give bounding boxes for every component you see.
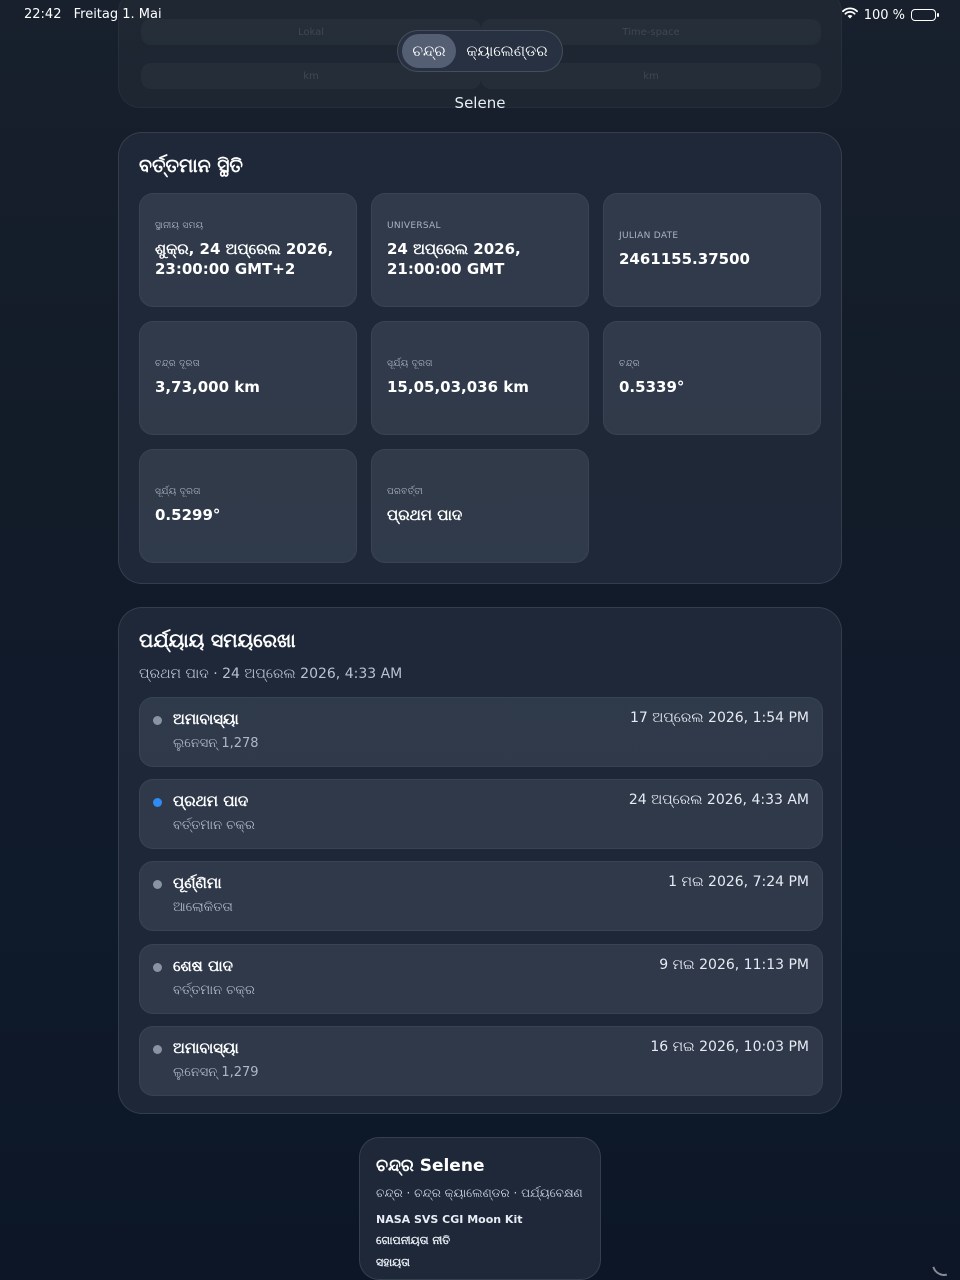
- battery-percent: 100 %: [863, 7, 905, 23]
- phase-date: 16 ମଇ 2026, 10:03 PM: [650, 1039, 809, 1055]
- tile-value: 15,05,03,036 km: [387, 378, 529, 396]
- julian-date-tile: JULIAN DATE 2461155.37500: [603, 193, 821, 307]
- timeline-subtitle: ପ୍ରଥମ ପାଦ · 24 ଅପ୍ରେଲ 2026, 4:33 AM: [139, 666, 403, 682]
- phase-date: 1 ମଇ 2026, 7:24 PM: [668, 874, 809, 890]
- phase-row-current[interactable]: ପ୍ରଥମ ପାଦ ବର୍ତ୍ତମାନ ଚକ୍ର 24 ଅପ୍ରେଲ 2026,…: [139, 779, 823, 849]
- phase-name: ଅମାବାସ୍ୟା: [173, 710, 239, 728]
- tile-value: ପ୍ରଥମ ପାଦ: [387, 506, 463, 524]
- phase-name: ଅମାବାସ୍ୟା: [173, 1039, 239, 1057]
- tile-value: 2461155.37500: [619, 250, 750, 268]
- phase-row[interactable]: ଅମାବାସ୍ୟା ଲୁନେସନ୍ 1,278 17 ଅପ୍ରେଲ 2026, …: [139, 697, 823, 767]
- phase-note: ଲୁନେସନ୍ 1,278: [173, 736, 259, 751]
- phase-date: 17 ଅପ୍ରେଲ 2026, 1:54 PM: [630, 710, 809, 726]
- tile-label: UNIVERSAL: [387, 221, 441, 231]
- view-switcher: ଚନ୍ଦ୍ର କ୍ୟାଲେଣ୍ଡର: [397, 30, 563, 72]
- sun-angular-size-tile: ସୂର୍ଯ୍ୟ ଦୂରତା 0.5299°: [139, 449, 357, 563]
- tab-calendar[interactable]: କ୍ୟାଲେଣ୍ଡର: [456, 34, 558, 68]
- phase-dot-icon: [153, 716, 162, 725]
- current-status-title: ବର୍ତ୍ତମାନ ସ୍ଥିତି: [139, 155, 243, 177]
- tile-label: ସୂର୍ଯ୍ୟ ଦୂରତା: [387, 359, 433, 369]
- phase-dot-current-icon: [153, 798, 162, 807]
- tile-label: ସୂର୍ଯ୍ୟ ଦୂରତା: [155, 487, 201, 497]
- phase-timeline-card: ପର୍ଯ୍ୟାୟ ସମୟରେଖା ପ୍ରଥମ ପାଦ · 24 ଅପ୍ରେଲ 2…: [118, 607, 842, 1114]
- phase-date: 24 ଅପ୍ରେଲ 2026, 4:33 AM: [628, 792, 809, 808]
- tile-value: 24 ଅପ୍ରେଲ 2026,: [387, 240, 521, 258]
- phase-name: ଶେଷ ପାଦ: [173, 957, 233, 975]
- phase-note: ବର୍ତ୍ତମାନ ଚକ୍ର: [173, 983, 255, 998]
- wifi-icon: [841, 7, 858, 23]
- moon-distance-tile: ଚନ୍ଦ୍ର ଦୂରତା 3,73,000 km: [139, 321, 357, 435]
- tile-value: 3,73,000 km: [155, 378, 260, 396]
- phase-date: 9 ମଇ 2026, 11:13 PM: [659, 957, 809, 973]
- universal-time-tile: UNIVERSAL 24 ଅପ୍ରେଲ 2026, 21:00:00 GMT: [371, 193, 589, 307]
- tile-label: ଚନ୍ଦ୍ର: [619, 359, 640, 369]
- phase-name: ପ୍ରଥମ ପାଦ: [173, 792, 249, 810]
- tile-label: ପରବର୍ତ୍ତୀ: [387, 487, 423, 497]
- phase-note: ବର୍ତ୍ତମାନ ଚକ୍ର: [173, 818, 255, 833]
- local-time-tile: ସ୍ଥାନୀୟ ସମୟ ଶୁକ୍ର, 24 ଅପ୍ରେଲ 2026, 23:00…: [139, 193, 357, 307]
- phase-dot-icon: [153, 1045, 162, 1054]
- footer-title: ଚନ୍ଦ୍ର Selene: [376, 1156, 485, 1176]
- tile-label: ଚନ୍ଦ୍ର ଦୂରତା: [155, 359, 201, 369]
- footer-link-support[interactable]: ସହାୟତା: [376, 1256, 584, 1270]
- phase-note: ଆଲୋକିତତା: [173, 900, 233, 915]
- phase-row[interactable]: ଅମାବାସ୍ୟା ଲୁନେସନ୍ 1,279 16 ମଇ 2026, 10:0…: [139, 1026, 823, 1096]
- phase-row[interactable]: ପୂର୍ଣ୍ଣିମା ଆଲୋକିତତା 1 ମଇ 2026, 7:24 PM: [139, 861, 823, 931]
- status-time: 22:42: [24, 7, 62, 22]
- footer-link-nasa[interactable]: NASA SVS CGI Moon Kit: [376, 1213, 584, 1226]
- phase-dot-icon: [153, 963, 162, 972]
- loading-spinner-icon: [927, 1247, 960, 1280]
- footer-card: ଚନ୍ଦ୍ର Selene ଚନ୍ଦ୍ର · ଚନ୍ଦ୍ର କ୍ୟାଲେଣ୍ଡର…: [359, 1137, 601, 1280]
- app-name: Selene: [454, 94, 506, 112]
- tile-label: JULIAN DATE: [619, 231, 679, 241]
- tile-value: 0.5339°: [619, 378, 685, 396]
- moon-angular-size-tile: ଚନ୍ଦ୍ର 0.5339°: [603, 321, 821, 435]
- tile-value: 23:00:00 GMT+2: [155, 260, 296, 278]
- tile-value: 0.5299°: [155, 506, 221, 524]
- timeline-title: ପର୍ଯ୍ୟାୟ ସମୟରେଖା: [139, 630, 296, 652]
- phase-name: ପୂର୍ଣ୍ଣିମା: [173, 874, 222, 892]
- tile-value: ଶୁକ୍ର, 24 ଅପ୍ରେଲ 2026,: [155, 240, 334, 258]
- footer-nav[interactable]: ଚନ୍ଦ୍ର · ଚନ୍ଦ୍ର କ୍ୟାଲେଣ୍ଡର · ପର୍ଯ୍ୟବେକ୍ଷ…: [376, 1186, 584, 1201]
- phase-note: ଲୁନେସନ୍ 1,279: [173, 1065, 259, 1080]
- sun-distance-tile: ସୂର୍ଯ୍ୟ ଦୂରତା 15,05,03,036 km: [371, 321, 589, 435]
- footer-link-privacy[interactable]: ଗୋପନୀୟତା ନୀତି: [376, 1234, 584, 1248]
- tile-label: ସ୍ଥାନୀୟ ସମୟ: [155, 221, 204, 231]
- current-status-card: ବର୍ତ୍ତମାନ ସ୍ଥିତି ସ୍ଥାନୀୟ ସମୟ ଶୁକ୍ର, 24 ଅ…: [118, 132, 842, 584]
- battery-icon: [911, 9, 939, 21]
- phase-dot-icon: [153, 880, 162, 889]
- tile-value: 21:00:00 GMT: [387, 260, 505, 278]
- phase-row[interactable]: ଶେଷ ପାଦ ବର୍ତ୍ତମାନ ଚକ୍ର 9 ମଇ 2026, 11:13 …: [139, 944, 823, 1014]
- tab-moon[interactable]: ଚନ୍ଦ୍ର: [402, 34, 456, 68]
- next-phase-tile: ପରବର୍ତ୍ତୀ ପ୍ରଥମ ପାଦ: [371, 449, 589, 563]
